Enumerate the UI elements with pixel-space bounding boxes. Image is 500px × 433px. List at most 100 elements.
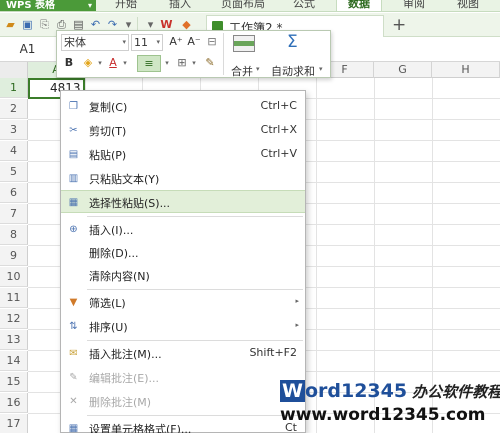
pdf-export-icon[interactable]: ⎘ [38, 18, 51, 31]
column-header-h[interactable]: H [432, 62, 500, 78]
menu-item-label: 插入批注(M)... [89, 348, 162, 361]
comment-icon: ✉ [69, 348, 78, 359]
name-box[interactable]: A1 [0, 41, 55, 58]
copy-icon: ❐ [69, 101, 78, 112]
toolbar-divider [223, 33, 224, 75]
row-header-1[interactable]: 1 [0, 78, 28, 98]
insert-icon: ⊕ [69, 224, 78, 235]
ribbon-tab-strip: WPS 表格 ▾ 开始 插入 页面布局 公式 数据 审阅 视图 [0, 0, 500, 12]
column-header-g[interactable]: G [374, 62, 432, 78]
row-header-16[interactable]: 16 [0, 393, 28, 413]
select-all-corner[interactable] [0, 62, 28, 78]
menu-item-label: 删除批注(M) [89, 396, 152, 409]
merge-cells-button[interactable]: 合并 [231, 63, 253, 79]
chevron-down-icon[interactable]: ▾ [121, 56, 129, 70]
row-header-7[interactable]: 7 [0, 204, 28, 224]
chevron-down-icon: ▾ [87, 1, 92, 10]
chevron-down-icon[interactable]: ▾ [190, 56, 198, 70]
menu-item-label: 清除内容(N) [89, 270, 150, 283]
menu-item-delete[interactable]: 删除(D)... [61, 241, 305, 264]
align-center-icon: ≡ [144, 57, 154, 70]
menu-item-insert[interactable]: ⊕ 插入(I)... [61, 218, 305, 241]
menu-item-clear-contents[interactable]: 清除内容(N) [61, 264, 305, 287]
autosum-button[interactable]: 自动求和 [271, 63, 315, 79]
menu-item-delete-comment: ✕ 删除批注(M) [61, 390, 305, 413]
menu-item-insert-comment[interactable]: ✉ 插入批注(M)... Shift+F2 [61, 342, 305, 365]
menu-item-filter[interactable]: ▼ 筛选(L) ▸ [61, 291, 305, 314]
menu-item-paste[interactable]: ▤ 粘贴(P) Ctrl+V [61, 143, 305, 166]
chevron-down-icon[interactable]: ▾ [163, 56, 171, 70]
open-folder-icon[interactable]: ▰ [4, 18, 17, 31]
font-name-value: 宋体 [64, 36, 86, 49]
shrink-font-button[interactable]: A⁻ [187, 35, 201, 49]
save-icon[interactable]: ▣ [21, 18, 34, 31]
menu-item-paste-special[interactable]: ▦ 选择性粘贴(S)... [61, 190, 305, 213]
menu-item-format-cells[interactable]: ▦ 设置单元格格式(F)... Ct [61, 417, 305, 433]
chevron-down-icon[interactable]: ▾ [319, 65, 323, 73]
tab-data[interactable]: 数据 [336, 0, 382, 11]
menu-item-label: 复制(C) [89, 101, 128, 114]
menu-item-cut[interactable]: ✂ 剪切(T) Ctrl+X [61, 119, 305, 142]
watermark-brand-cn: 办公软件教程 [412, 383, 500, 401]
menu-item-copy[interactable]: ❐ 复制(C) Ctrl+C [61, 95, 305, 118]
row-header-15[interactable]: 15 [0, 372, 28, 392]
row-header-14[interactable]: 14 [0, 351, 28, 371]
row-header-4[interactable]: 4 [0, 141, 28, 161]
align-center-button[interactable]: ≡ [137, 55, 161, 72]
new-tab-button[interactable]: + [392, 15, 406, 35]
format-cells-icon: ▦ [68, 423, 79, 433]
context-menu: ❐ 复制(C) Ctrl+C ✂ 剪切(T) Ctrl+X ▤ 粘贴(P) Ct… [60, 90, 306, 433]
border-style-icon[interactable]: ⊟ [205, 35, 219, 49]
borders-icon[interactable]: ⊞ [175, 56, 189, 70]
menu-item-label: 只粘贴文本(Y) [89, 173, 160, 186]
menu-separator [87, 340, 303, 341]
cut-icon: ✂ [69, 125, 78, 136]
menu-item-label: 粘贴(P) [89, 149, 127, 162]
font-color-button[interactable]: A [107, 56, 119, 70]
sigma-icon[interactable]: Σ [287, 32, 298, 52]
row-header-2[interactable]: 2 [0, 99, 28, 119]
tab-view[interactable]: 视图 [446, 0, 490, 11]
row-header-9[interactable]: 9 [0, 246, 28, 266]
row-header-13[interactable]: 13 [0, 330, 28, 350]
menu-item-label: 剪切(T) [89, 125, 127, 138]
submenu-arrow-icon: ▸ [295, 297, 299, 305]
menu-item-shortcut: Ctrl+V [260, 147, 297, 160]
wps-app-label: WPS 表格 [6, 0, 56, 11]
menu-item-shortcut: Ctrl+X [260, 123, 297, 136]
bold-button[interactable]: B [63, 56, 75, 70]
grow-font-button[interactable]: A⁺ [169, 35, 183, 49]
row-header-10[interactable]: 10 [0, 267, 28, 287]
sort-icon: ⇅ [69, 321, 78, 332]
chevron-down-icon: ▾ [156, 38, 160, 46]
edit-comment-icon: ✎ [69, 372, 78, 383]
tab-review[interactable]: 审阅 [392, 0, 436, 11]
tab-insert[interactable]: 插入 [158, 0, 202, 11]
wps-app-button[interactable]: WPS 表格 ▾ [0, 0, 96, 11]
font-name-select[interactable]: 宋体 ▾ [61, 34, 129, 51]
merge-cells-icon[interactable] [233, 35, 255, 52]
row-header-12[interactable]: 12 [0, 309, 28, 329]
menu-item-sort[interactable]: ⇅ 排序(U) ▸ [61, 315, 305, 338]
watermark-brand-rest: ord12345 [304, 380, 408, 402]
menu-separator [87, 216, 303, 217]
row-header-11[interactable]: 11 [0, 288, 28, 308]
chevron-down-icon[interactable]: ▾ [256, 65, 260, 73]
font-size-select[interactable]: 11 ▾ [131, 34, 163, 51]
tab-formula[interactable]: 公式 [282, 0, 326, 11]
paste-text-icon: ▥ [68, 173, 79, 184]
tab-page-layout[interactable]: 页面布局 [212, 0, 274, 11]
row-header-3[interactable]: 3 [0, 120, 28, 140]
chevron-down-icon[interactable]: ▾ [96, 56, 104, 70]
row-header-17[interactable]: 17 [0, 414, 28, 433]
menu-item-paste-text-only[interactable]: ▥ 只粘贴文本(Y) [61, 167, 305, 190]
row-header-6[interactable]: 6 [0, 183, 28, 203]
menu-item-label: 插入(I)... [89, 224, 134, 237]
row-header-8[interactable]: 8 [0, 225, 28, 245]
tab-home[interactable]: 开始 [104, 0, 148, 11]
mini-format-toolbar: 宋体 ▾ 11 ▾ A⁺ A⁻ ⊟ B ◈ ▾ A ▾ ≡ ▾ ⊞ ▾ ✎ 合并… [56, 30, 331, 78]
row-header-5[interactable]: 5 [0, 162, 28, 182]
fill-color-icon[interactable]: ◈ [81, 56, 95, 70]
menu-separator [87, 289, 303, 290]
format-painter-icon[interactable]: ✎ [203, 56, 217, 70]
